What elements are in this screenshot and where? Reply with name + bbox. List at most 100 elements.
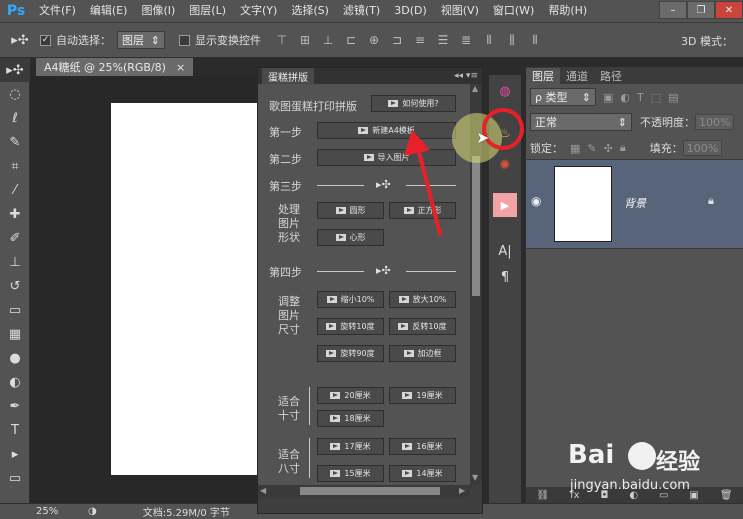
eyedropper-tool-icon[interactable]: ⁄ — [0, 178, 30, 202]
tab-paths[interactable]: 路径 — [594, 68, 628, 84]
add-border-button[interactable]: 加边框 — [389, 345, 456, 362]
close-button[interactable]: ✕ — [715, 1, 743, 19]
import-image-button[interactable]: 导入图片 — [317, 149, 456, 166]
enlarge-10-button[interactable]: 放大10% — [389, 291, 456, 308]
lock-transparent-icon[interactable]: ▦ — [570, 142, 580, 155]
blur-tool-icon[interactable]: ● — [0, 346, 30, 370]
menu-type[interactable]: 文字(Y) — [233, 0, 284, 22]
scroll-left-icon[interactable]: ◀ — [260, 486, 266, 495]
pen-tool-icon[interactable]: ✒ — [0, 394, 30, 418]
vertical-scroll-thumb[interactable] — [472, 156, 480, 296]
eraser-tool-icon[interactable]: ▭ — [0, 298, 30, 322]
show-transform-checkbox[interactable] — [179, 34, 190, 46]
shape-tool-icon[interactable]: ▭ — [0, 466, 30, 490]
document-tab[interactable]: A4糖纸 @ 25%(RGB/8) × — [36, 58, 194, 76]
visibility-eye-icon[interactable]: ◉ — [531, 194, 541, 208]
filter-adjustment-icon[interactable]: ◐ — [620, 91, 630, 104]
minimize-button[interactable]: – — [659, 1, 687, 19]
blend-mode-dropdown[interactable]: 正常 ⇕ — [530, 113, 632, 131]
history-brush-tool-icon[interactable]: ↺ — [0, 274, 30, 298]
distribute-top-icon[interactable]: ≡ — [411, 31, 429, 49]
dodge-tool-icon[interactable]: ◐ — [0, 370, 30, 394]
close-document-icon[interactable]: × — [176, 61, 185, 74]
shrink-10-button[interactable]: 缩小10% — [317, 291, 384, 308]
gradient-tool-icon[interactable]: ▦ — [0, 322, 30, 346]
opacity-input[interactable]: 100% — [695, 114, 735, 130]
crop-tool-icon[interactable]: ⌗ — [0, 154, 30, 178]
path-select-tool-icon[interactable]: ▸ — [0, 442, 30, 466]
clone-stamp-tool-icon[interactable]: ⊥ — [0, 250, 30, 274]
lock-brush-icon[interactable]: ✎ — [587, 142, 596, 155]
link-layers-icon[interactable]: ⛓ — [536, 490, 549, 501]
marquee-tool-icon[interactable]: ◌ — [0, 82, 30, 106]
menu-image[interactable]: 图像(I) — [134, 0, 182, 22]
brush-tool-icon[interactable]: ✐ — [0, 226, 30, 250]
menu-layer[interactable]: 图层(L) — [182, 0, 233, 22]
scroll-right-icon[interactable]: ▶ — [459, 486, 465, 495]
paragraph-panel-icon[interactable]: ¶ — [493, 265, 517, 289]
align-top-icon[interactable]: ⊤ — [273, 31, 291, 49]
filter-pixel-icon[interactable]: ▣ — [603, 91, 613, 104]
move-tool-icon[interactable]: ▸✣ — [0, 58, 30, 82]
rotate-90-button[interactable]: 旋转90度 — [317, 345, 384, 362]
size-14cm-button[interactable]: 14厘米 — [389, 465, 456, 482]
circle-shape-button[interactable]: 圆形 — [317, 202, 384, 219]
scroll-up-icon[interactable]: ▲ — [472, 84, 478, 93]
new-a4-template-button[interactable]: 新建A4模板 — [317, 122, 456, 139]
menu-window[interactable]: 窗口(W) — [486, 0, 541, 22]
zoom-level[interactable]: 25% — [0, 506, 88, 517]
tab-layers[interactable]: 图层 — [526, 68, 560, 84]
rotate-10-button[interactable]: 旋转10度 — [317, 318, 384, 335]
distribute-hcenter-icon[interactable]: ⫼ — [503, 31, 521, 49]
align-bottom-icon[interactable]: ⊥ — [319, 31, 337, 49]
restore-button[interactable]: ❐ — [687, 1, 715, 19]
filter-smart-object-icon[interactable]: ▤ — [668, 91, 678, 104]
fill-input[interactable]: 100% — [682, 140, 723, 156]
cake-panel-tab[interactable]: 蛋糕拼版 — [262, 67, 314, 85]
align-hcenter-icon[interactable]: ⊕ — [365, 31, 383, 49]
move-tool-preset-icon[interactable]: ▸✣ — [0, 22, 40, 58]
ornament-icon[interactable]: ✺ — [493, 153, 517, 177]
filter-shape-icon[interactable]: ⬚ — [651, 91, 661, 104]
square-shape-button[interactable]: 正方形 — [389, 202, 456, 219]
size-20cm-button[interactable]: 20厘米 — [317, 387, 384, 404]
auto-select-checkbox[interactable]: ✓ — [40, 34, 51, 46]
menu-help[interactable]: 帮助(H) — [541, 0, 594, 22]
menu-3d[interactable]: 3D(D) — [387, 0, 434, 22]
layer-row-background[interactable]: ◉ 背景 🔒︎ — [526, 159, 743, 249]
filter-type-icon[interactable]: T — [637, 91, 644, 104]
size-17cm-button[interactable]: 17厘米 — [317, 438, 384, 455]
size-16cm-button[interactable]: 16厘米 — [389, 438, 456, 455]
menu-view[interactable]: 视图(V) — [434, 0, 486, 22]
lock-move-icon[interactable]: ✣ — [604, 142, 613, 155]
auto-select-dropdown[interactable]: 图层 ⇕ — [117, 31, 165, 49]
align-left-icon[interactable]: ⊏ — [342, 31, 360, 49]
panel-menu-icon[interactable]: ◂◂ ▾≡ — [454, 71, 478, 81]
quick-select-tool-icon[interactable]: ✎ — [0, 130, 30, 154]
distribute-left-icon[interactable]: ⫴ — [480, 31, 498, 49]
scroll-down-icon[interactable]: ▼ — [472, 473, 478, 482]
actions-play-icon[interactable]: ▶ — [493, 193, 517, 217]
heart-shape-button[interactable]: 心形 — [317, 229, 384, 246]
lollipop-icon[interactable]: ◍ — [493, 79, 517, 103]
menu-filter[interactable]: 滤镜(T) — [336, 0, 387, 22]
align-vcenter-icon[interactable]: ⊞ — [296, 31, 314, 49]
horizontal-scroll-thumb[interactable] — [300, 487, 440, 495]
size-15cm-button[interactable]: 15厘米 — [317, 465, 384, 482]
tab-channels[interactable]: 通道 — [560, 68, 594, 84]
document-canvas[interactable] — [111, 103, 258, 475]
menu-edit[interactable]: 编辑(E) — [83, 0, 135, 22]
cake-panel-horizontal-scrollbar[interactable]: ◀ ▶ — [258, 485, 470, 497]
lasso-tool-icon[interactable]: ℓ — [0, 106, 30, 130]
layer-filter-dropdown[interactable]: ρ 类型 ⇕ — [530, 88, 596, 106]
lock-all-icon[interactable]: 🔒︎ — [620, 141, 626, 155]
share-icon[interactable]: ◑ — [88, 506, 97, 517]
healing-brush-tool-icon[interactable]: ✚ — [0, 202, 30, 226]
how-to-use-button[interactable]: 如何使用? — [371, 95, 456, 112]
align-right-icon[interactable]: ⊐ — [388, 31, 406, 49]
character-panel-icon[interactable]: A| — [493, 239, 517, 263]
size-19cm-button[interactable]: 19厘米 — [389, 387, 456, 404]
menu-select[interactable]: 选择(S) — [284, 0, 336, 22]
distribute-bottom-icon[interactable]: ≣ — [457, 31, 475, 49]
type-tool-icon[interactable]: T — [0, 418, 30, 442]
